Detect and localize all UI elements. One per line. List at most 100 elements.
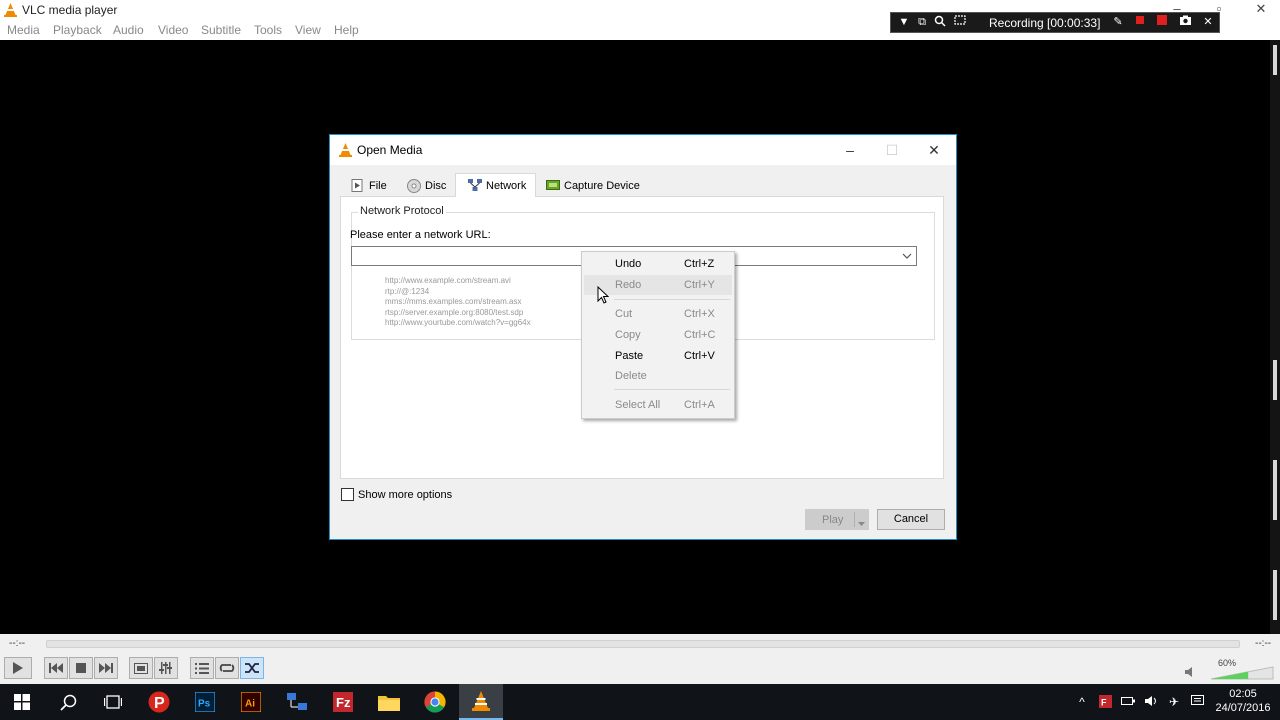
menu-audio[interactable]: Audio — [113, 23, 144, 37]
svg-text:Fz: Fz — [336, 695, 351, 710]
battery-icon[interactable] — [1121, 695, 1135, 709]
menu-item-cut[interactable]: Cut Ctrl+X — [584, 304, 732, 324]
screen-icon[interactable] — [953, 15, 967, 30]
volume-tray-icon[interactable] — [1144, 695, 1158, 709]
dialog-title-bar: Open Media – ☐ ✕ — [330, 135, 956, 165]
cancel-button[interactable]: Cancel — [877, 509, 945, 530]
record-icon[interactable] — [1155, 15, 1169, 30]
svg-text:P: P — [154, 695, 165, 712]
example-url: mms://mms.examples.com/stream.asx — [385, 297, 522, 306]
svg-text:Ai: Ai — [245, 699, 255, 710]
clock-date: 24/07/2016 — [1215, 702, 1271, 714]
playback-controls — [0, 654, 1280, 684]
menu-separator — [614, 299, 730, 300]
tab-file-label: File — [369, 179, 387, 192]
show-more-label: Show more options — [358, 488, 453, 501]
menu-video[interactable]: Video — [158, 23, 188, 37]
play-button-label: Play — [822, 514, 844, 526]
vlc-cone-icon — [4, 3, 17, 20]
menu-item-paste[interactable]: Paste Ctrl+V — [584, 346, 732, 366]
menu-playback[interactable]: Playback — [53, 23, 102, 37]
close-button[interactable]: ✕ — [1238, 0, 1280, 20]
app-p-icon[interactable]: P — [137, 684, 181, 720]
extended-settings-button[interactable] — [154, 657, 178, 679]
play-button[interactable]: Play — [805, 509, 869, 530]
tab-capture-device-label: Capture Device — [564, 179, 640, 192]
close-icon[interactable]: ✕ — [1201, 15, 1215, 30]
svg-text:F: F — [1101, 698, 1107, 708]
tab-capture-device[interactable]: Capture Device — [546, 175, 640, 196]
dialog-close-button[interactable]: ✕ — [924, 141, 944, 159]
network-app-icon[interactable] — [275, 684, 319, 720]
restore-icon[interactable]: ⧉ — [915, 15, 929, 30]
tab-network[interactable]: Network — [455, 173, 536, 197]
menu-view[interactable]: View — [295, 23, 321, 37]
recording-status: Recording [00:00:33] — [989, 16, 1101, 30]
volume-control[interactable]: 60% — [1185, 658, 1274, 682]
search-icon[interactable] — [46, 684, 90, 720]
tab-file[interactable]: File — [351, 175, 387, 196]
menu-item-copy[interactable]: Copy Ctrl+C — [584, 325, 732, 345]
file-icon — [351, 179, 365, 192]
network-icon — [468, 179, 482, 192]
stop-button[interactable] — [69, 657, 93, 679]
dialog-maximize-button[interactable]: ☐ — [882, 141, 902, 159]
capture-device-icon — [546, 179, 560, 192]
dialog-minimize-button[interactable]: – — [840, 141, 860, 159]
menu-item-undo[interactable]: Undo Ctrl+Z — [584, 254, 732, 274]
illustrator-icon[interactable]: Ai — [229, 684, 273, 720]
seek-row: --:-- --:-- — [0, 634, 1280, 654]
example-url: http://www.example.com/stream.avi — [385, 276, 511, 285]
file-explorer-icon[interactable] — [367, 684, 411, 720]
fullscreen-button[interactable] — [129, 657, 153, 679]
clock[interactable]: 02:05 24/07/2016 — [1210, 687, 1276, 715]
zoom-icon[interactable] — [933, 15, 947, 30]
shuffle-button[interactable] — [240, 657, 264, 679]
show-more-options[interactable]: Show more options — [341, 488, 452, 501]
chevron-down-icon[interactable] — [858, 517, 865, 529]
volume-slider[interactable] — [1210, 666, 1274, 680]
tab-disc-label: Disc — [425, 179, 447, 192]
mouse-cursor-icon — [597, 285, 610, 307]
chrome-icon[interactable] — [413, 684, 457, 720]
seek-slider[interactable] — [46, 640, 1240, 648]
svg-text:Ps: Ps — [198, 699, 211, 710]
chevron-down-icon[interactable] — [902, 251, 912, 263]
notification-icon[interactable] — [1190, 695, 1204, 709]
example-url: rtp://@:1234 — [385, 287, 430, 296]
play-button[interactable] — [4, 657, 32, 679]
clock-time: 02:05 — [1229, 688, 1257, 700]
camera-icon[interactable] — [1178, 15, 1192, 30]
menu-media[interactable]: Media — [7, 23, 40, 37]
time-total: --:-- — [1255, 638, 1272, 649]
example-url: rtsp://server.example.org:8080/test.sdp — [385, 308, 524, 317]
airplane-mode-icon[interactable]: ✈ — [1167, 695, 1181, 709]
loop-button[interactable] — [215, 657, 239, 679]
speaker-icon[interactable] — [1184, 666, 1196, 681]
stop-icon[interactable] — [1133, 15, 1147, 30]
vlc-icon[interactable] — [459, 684, 503, 720]
url-label: Please enter a network URL: — [350, 229, 491, 241]
menu-item-select-all[interactable]: Select All Ctrl+A — [584, 395, 732, 415]
menu-subtitle[interactable]: Subtitle — [201, 23, 241, 37]
network-protocol-title: Network Protocol — [358, 205, 446, 217]
next-button[interactable] — [94, 657, 118, 679]
chevron-up-icon[interactable]: ^ — [1075, 695, 1089, 709]
tab-network-label: Network — [486, 179, 527, 192]
task-view-icon[interactable] — [91, 684, 135, 720]
menu-help[interactable]: Help — [334, 23, 359, 37]
filezilla-icon[interactable]: Fz — [321, 684, 365, 720]
pen-icon[interactable]: ✎ — [1111, 15, 1125, 30]
dropdown-icon[interactable]: ▼ — [897, 15, 911, 30]
taskbar: P Ps Ai Fz ^ F ✈ 02:05 24/07/2016 — [0, 684, 1280, 720]
edit-context-menu: Undo Ctrl+Z Redo Ctrl+Y Cut Ctrl+X Copy … — [581, 251, 735, 419]
show-more-checkbox[interactable] — [341, 488, 354, 501]
filezilla-tray-icon[interactable]: F — [1098, 695, 1112, 709]
start-icon[interactable] — [0, 684, 44, 720]
previous-button[interactable] — [44, 657, 68, 679]
menu-tools[interactable]: Tools — [254, 23, 282, 37]
playlist-button[interactable] — [190, 657, 214, 679]
menu-item-delete[interactable]: Delete — [584, 366, 732, 386]
photoshop-icon[interactable]: Ps — [183, 684, 227, 720]
tab-disc[interactable]: Disc — [407, 175, 446, 196]
